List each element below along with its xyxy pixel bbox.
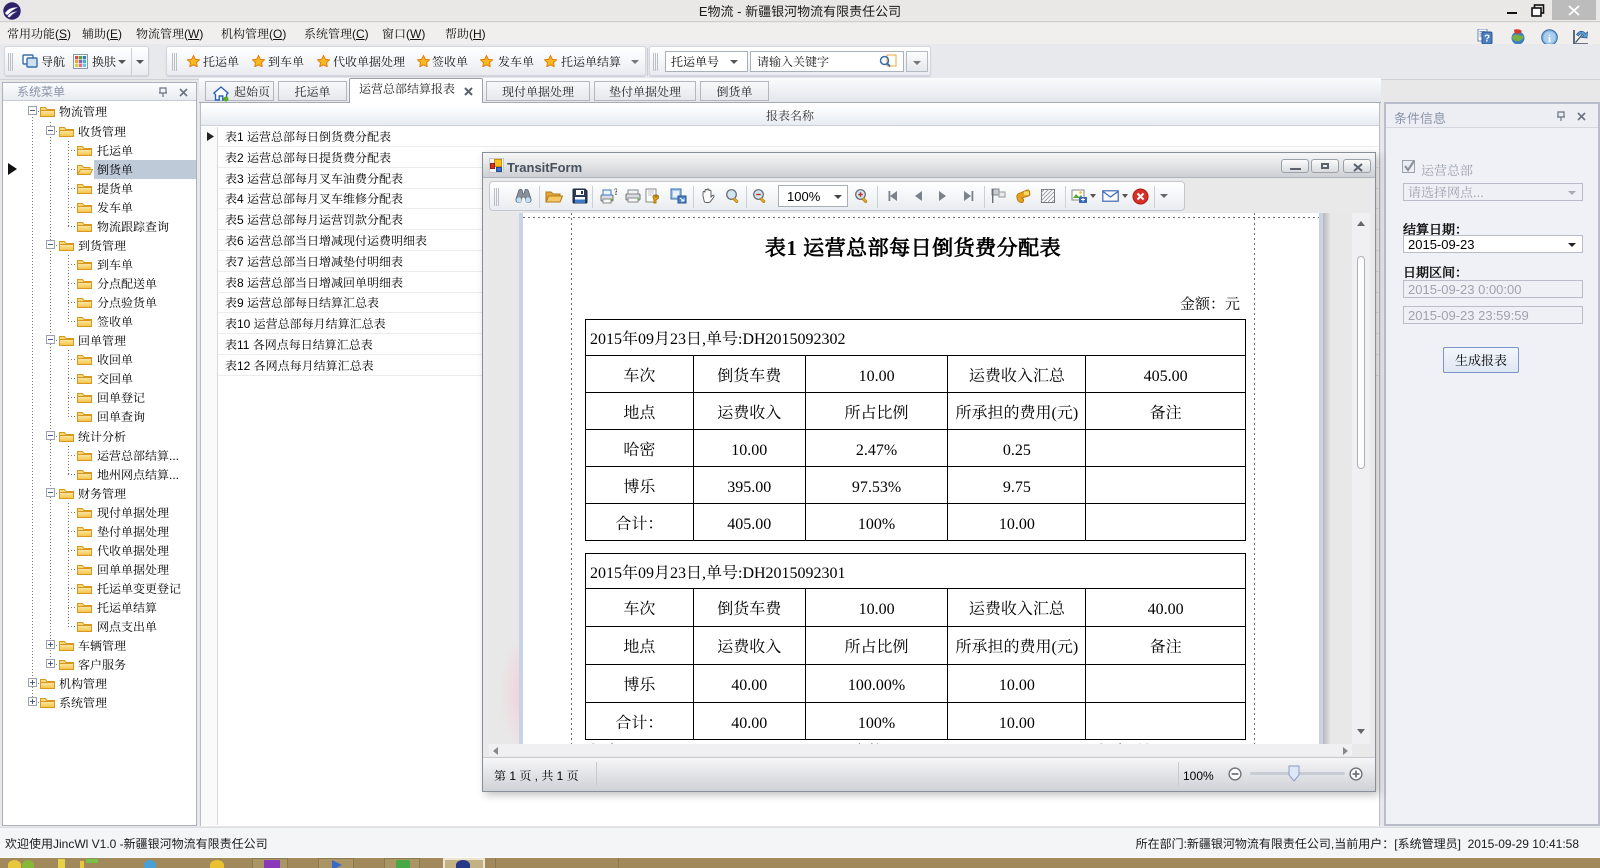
svg-text:?: ? bbox=[1484, 34, 1490, 45]
svg-text:?: ? bbox=[614, 188, 617, 197]
